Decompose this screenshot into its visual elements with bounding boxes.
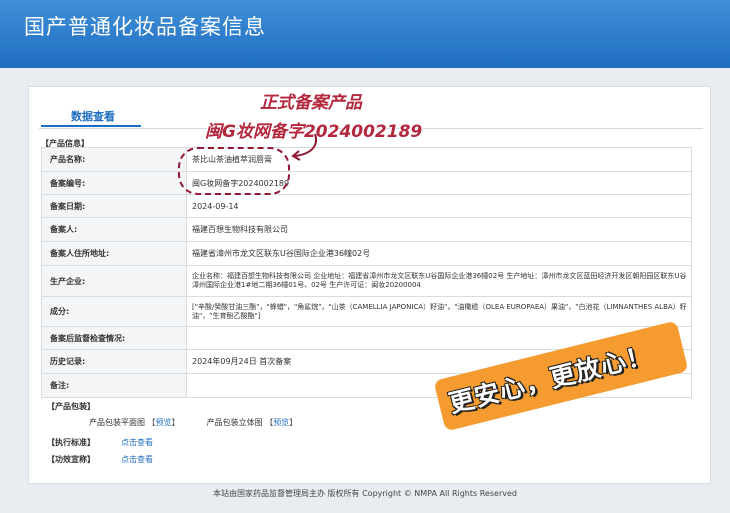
table-row: 备案编号: 闽G妆网备字2024002189	[41, 171, 692, 195]
table-row: 生产企业: 企业名称：福建百想生物科技有限公司 企业地址：福建省漳州市龙文区联东…	[41, 265, 692, 297]
row-value: 2024-09-14	[186, 194, 692, 218]
tab-data-view[interactable]: 数据查看	[41, 97, 141, 127]
row-key: 产品名称:	[41, 147, 187, 172]
row-key: 备案日期:	[41, 194, 187, 218]
row-key: 备案后监督检查情况:	[41, 326, 187, 350]
package-flat-preview-link[interactable]: 预览	[156, 418, 172, 427]
content-card: 数据查看 【产品信息】 产品名称: 茶比山茶油植萃润唇膏 备案编号: 闽G妆网备…	[28, 86, 711, 484]
row-key: 生产企业:	[41, 265, 187, 297]
row-key: 备案人住所地址:	[41, 241, 187, 266]
table-row: 成分: ["辛酸/癸酸甘油三酯"，"蜂蜡"，"角鲨烷"，"山茶（CAMELLIA…	[41, 296, 692, 327]
annotation-official-product: 正式备案产品	[260, 93, 362, 113]
row-value: ["辛酸/癸酸甘油三酯"，"蜂蜡"，"角鲨烷"，"山茶（CAMELLIA JAP…	[186, 296, 692, 327]
tab-label: 数据查看	[71, 110, 115, 123]
header-banner: 国产普通化妆品备案信息	[0, 0, 730, 68]
row-key: 成分:	[41, 296, 187, 327]
page-title: 国产普通化妆品备案信息	[24, 15, 266, 39]
row-key: 历史记录:	[41, 349, 187, 374]
table-row: 备案人: 福建百想生物科技有限公司	[41, 217, 692, 242]
bracket-open: 【	[265, 418, 274, 427]
row-key: 备案人:	[41, 217, 187, 242]
row-value: 福建百想生物科技有限公司	[186, 217, 692, 242]
bracket-open: 【	[147, 418, 156, 427]
table-row: 备案日期: 2024-09-14	[41, 194, 692, 218]
curved-arrow-icon	[291, 133, 317, 161]
table-row: 产品名称: 茶比山茶油植萃润唇膏	[41, 147, 692, 172]
table-row: 备案人住所地址: 福建省漳州市龙文区联东U谷国际企业港36幢02号	[41, 241, 692, 266]
efficacy-link[interactable]: 点击查看	[121, 454, 153, 465]
package-solid-preview-link[interactable]: 预览	[273, 418, 289, 427]
package-row: 产品包装平面图 【预览】 产品包装立体图 【预览】	[89, 417, 297, 428]
dashed-highlight-circle	[178, 147, 290, 195]
exec-standard-link[interactable]: 点击查看	[121, 437, 153, 448]
row-value: 福建省漳州市龙文区联东U谷国际企业港36幢02号	[186, 241, 692, 266]
section-exec-standard: 【执行标准】	[47, 438, 95, 447]
package-solid-label: 产品包装立体图	[206, 418, 263, 427]
row-value: 企业名称：福建百想生物科技有限公司 企业地址：福建省漳州市龙文区联东U谷国际企业…	[186, 265, 692, 297]
footer-copyright: 本站由国家药品监督管理局主办 版权所有 Copyright © NMPA All…	[213, 489, 517, 498]
bracket-close: 】	[289, 418, 298, 427]
section-package: 【产品包装】	[47, 402, 95, 411]
row-key: 备注:	[41, 373, 187, 398]
package-flat-label: 产品包装平面图	[89, 418, 145, 427]
bracket-close: 】	[171, 418, 180, 427]
section-efficacy: 【功效宣称】	[47, 455, 95, 464]
row-key: 备案编号:	[41, 171, 187, 195]
